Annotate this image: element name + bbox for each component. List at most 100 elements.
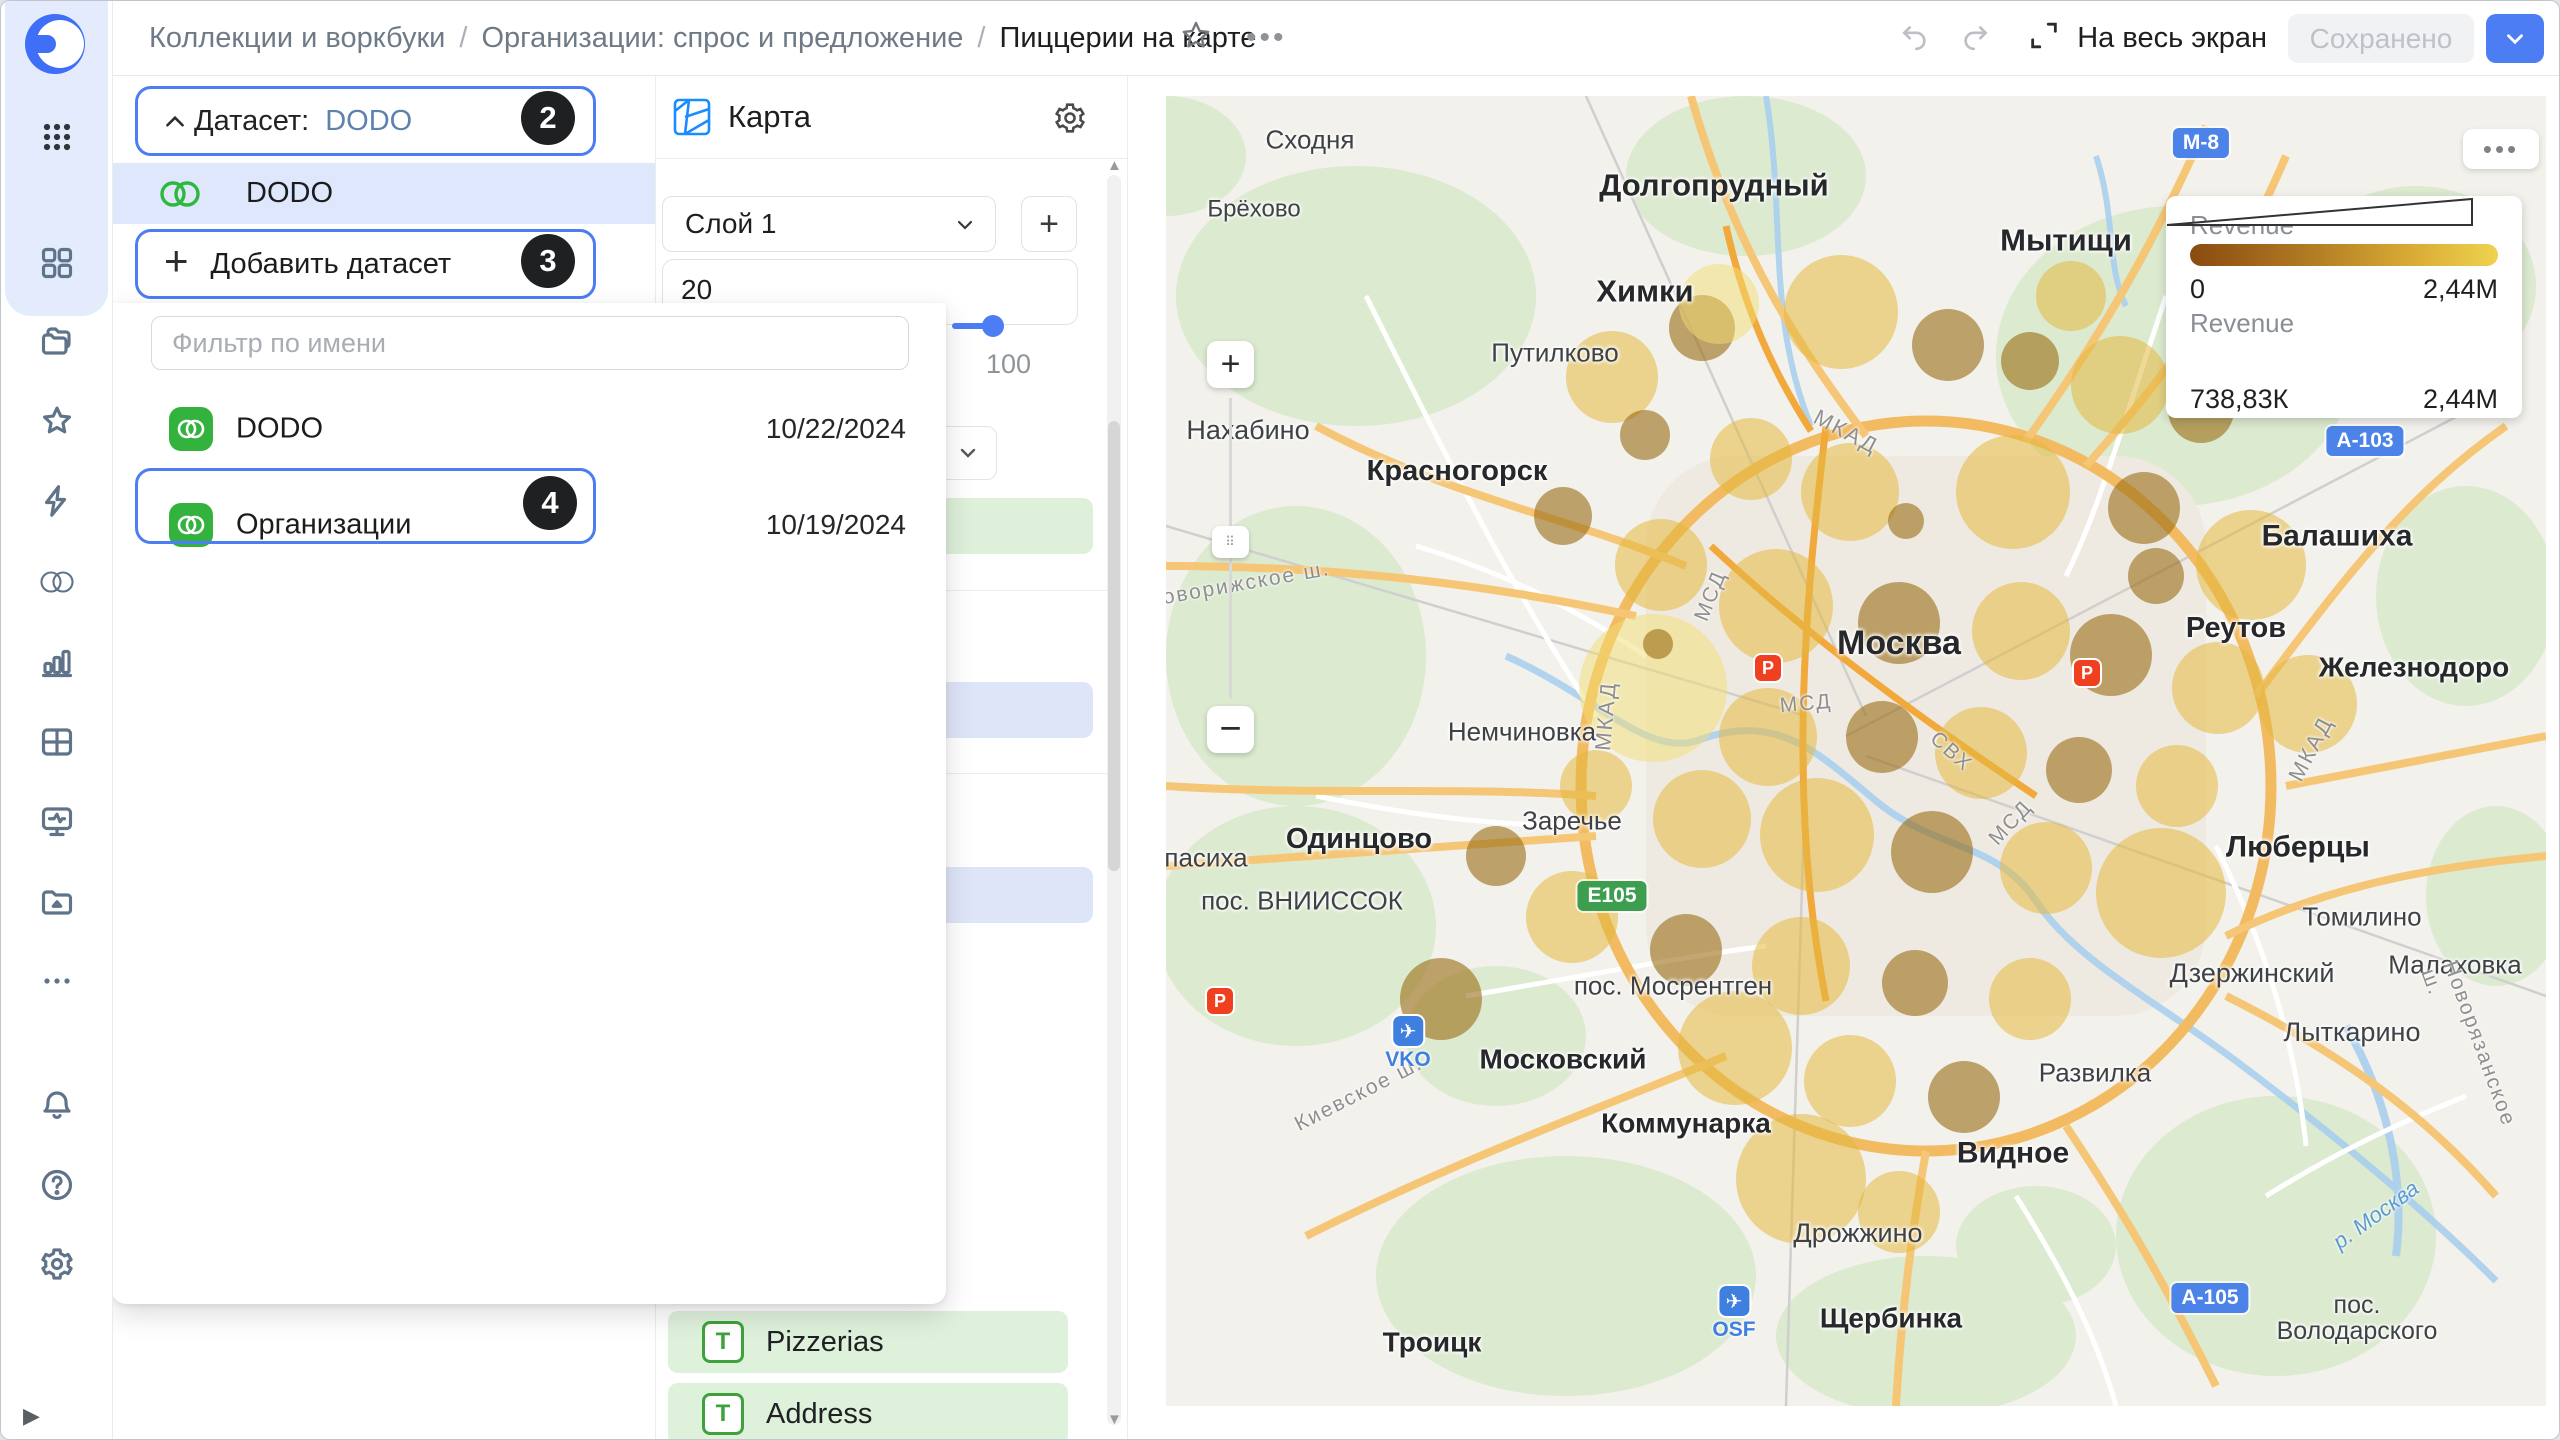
zoom-out-button[interactable]: − xyxy=(1207,706,1254,753)
monitoring-icon[interactable] xyxy=(37,801,77,841)
chevron-up-icon xyxy=(162,109,188,135)
annotation-badge-2: 2 xyxy=(521,91,575,145)
zoom-in-button[interactable]: + xyxy=(1207,341,1254,388)
breadcrumb[interactable]: Коллекции и воркбуки / Организации: спрос … xyxy=(149,1,1256,75)
annotation-badge-4: 4 xyxy=(523,476,577,530)
revenue-bubble[interactable] xyxy=(2071,336,2169,434)
storage-icon[interactable] xyxy=(37,881,77,921)
dataset-selector[interactable]: Датасет: DODO 2 xyxy=(135,86,596,156)
field-chip-address[interactable]: TAddress xyxy=(668,1383,1068,1440)
map-chart-icon xyxy=(672,97,712,137)
revenue-bubble[interactable] xyxy=(1615,519,1707,611)
revenue-bubble[interactable] xyxy=(1804,1035,1896,1127)
saved-button[interactable]: Сохранено xyxy=(2288,14,2474,63)
revenue-bubble[interactable] xyxy=(1760,778,1874,892)
breadcrumb-item[interactable]: Коллекции и воркбуки xyxy=(149,22,445,55)
breadcrumb-more-icon[interactable]: ••• xyxy=(1246,21,1287,55)
dataset-dropdown: DODO 10/22/2024 Организации 10/19/2024 4 xyxy=(112,303,946,1304)
revenue-bubble[interactable] xyxy=(1534,487,1592,545)
fullscreen-label[interactable]: На весь экран xyxy=(2077,1,2267,75)
settings-icon[interactable] xyxy=(37,1244,77,1284)
gear-icon[interactable] xyxy=(1053,101,1087,135)
dataset-filter-input[interactable] xyxy=(151,316,909,370)
collections-icon[interactable] xyxy=(37,321,77,361)
revenue-bubble[interactable] xyxy=(2108,472,2180,544)
revenue-bubble[interactable] xyxy=(1620,410,1670,460)
breadcrumb-item[interactable]: Пиццерии на карте xyxy=(999,22,1256,55)
field-drop-zone-green[interactable] xyxy=(932,498,1093,554)
apps-grid-icon[interactable] xyxy=(37,117,77,157)
revenue-bubble[interactable] xyxy=(1678,991,1792,1105)
map-area: СходняБрёховоДолгопрудныйМытищиХимкиПути… xyxy=(1127,75,2559,1439)
map-more-button[interactable]: ••• xyxy=(2463,129,2539,169)
revenue-bubble[interactable] xyxy=(1972,582,2070,680)
panel-scrollbar[interactable] xyxy=(1107,175,1121,1425)
scroll-up-icon[interactable]: ▲ xyxy=(1107,157,1121,174)
field-drop-zone-blue[interactable] xyxy=(932,682,1093,738)
help-icon[interactable] xyxy=(37,1165,77,1205)
revenue-bubble[interactable] xyxy=(1643,629,1673,659)
revenue-bubble[interactable] xyxy=(1956,435,2070,549)
dashboards-icon[interactable] xyxy=(37,722,77,762)
airport-marker-OSF: ✈OSF xyxy=(1712,1286,1755,1342)
save-menu-button[interactable] xyxy=(2486,14,2544,63)
charts-icon[interactable] xyxy=(37,642,77,682)
revenue-bubble[interactable] xyxy=(1846,701,1918,773)
zoom-slider-handle[interactable]: ⠿ xyxy=(1212,526,1249,558)
breadcrumb-item[interactable]: Организации: спрос и предложение xyxy=(481,22,963,55)
revenue-bubble[interactable] xyxy=(1928,1061,2000,1133)
map-canvas[interactable]: СходняБрёховоДолгопрудныйМытищиХимкиПути… xyxy=(1166,96,2546,1406)
map-city-label: пасиха xyxy=(1166,844,1248,871)
revenue-bubble[interactable] xyxy=(1989,958,2071,1040)
revenue-bubble[interactable] xyxy=(1801,443,1899,541)
layer-select[interactable]: Слой 1 xyxy=(662,196,996,252)
field-chip-pizzerias[interactable]: TPizzerias xyxy=(668,1311,1068,1373)
opacity-slider-knob[interactable] xyxy=(982,315,1004,337)
revenue-bubble[interactable] xyxy=(1719,549,1833,663)
legend-gradient-bar xyxy=(2190,244,2498,266)
revenue-bubble[interactable] xyxy=(1466,826,1526,886)
fullscreen-icon[interactable] xyxy=(2027,19,2061,58)
revenue-bubble[interactable] xyxy=(1710,418,1792,500)
revenue-bubble[interactable] xyxy=(2128,548,2184,604)
dataset-list-item-dodo[interactable]: DODO xyxy=(112,163,655,224)
map-city-label: Мытищи xyxy=(2000,225,2132,258)
scrollbar-thumb[interactable] xyxy=(1108,421,1120,871)
workbooks-icon[interactable] xyxy=(37,243,77,283)
undo-icon[interactable] xyxy=(1899,20,1931,57)
favorites-icon[interactable] xyxy=(37,401,77,441)
revenue-bubble[interactable] xyxy=(1912,309,1984,381)
dataset-option-DODO[interactable]: DODO 10/22/2024 xyxy=(112,398,946,459)
scroll-down-icon[interactable]: ▼ xyxy=(1107,1411,1121,1428)
revenue-bubble[interactable] xyxy=(1888,503,1924,539)
revenue-bubble[interactable] xyxy=(2036,261,2106,331)
layer-select-value: Слой 1 xyxy=(685,208,776,240)
revenue-bubble[interactable] xyxy=(2136,745,2218,827)
expand-rail-icon[interactable]: ▶ xyxy=(23,1403,40,1429)
map-city-label: Москва xyxy=(1837,626,1961,662)
datasets-icon[interactable] xyxy=(37,562,77,602)
add-layer-button[interactable]: + xyxy=(1021,196,1077,252)
revenue-bubble[interactable] xyxy=(2096,828,2226,958)
more-icon[interactable] xyxy=(37,961,77,1001)
revenue-bubble[interactable] xyxy=(2172,642,2264,734)
revenue-bubble[interactable] xyxy=(1653,770,1751,868)
map-city-label: Долгопрудный xyxy=(1599,170,1828,203)
add-dataset-button[interactable]: + Добавить датасет 3 xyxy=(135,229,596,299)
revenue-bubble[interactable] xyxy=(1882,950,1948,1016)
notifications-icon[interactable] xyxy=(37,1085,77,1125)
revenue-bubble[interactable] xyxy=(2001,332,2059,390)
redo-icon[interactable] xyxy=(1959,20,1991,57)
revenue-bubble[interactable] xyxy=(2046,737,2112,803)
airport-code: VKO xyxy=(1385,1048,1431,1072)
field-drop-zone-blue[interactable] xyxy=(932,867,1093,923)
favorite-star-icon[interactable] xyxy=(1179,19,1213,58)
map-city-label: Нахабино xyxy=(1186,416,1309,444)
section-divider xyxy=(932,773,1107,774)
dataset-selector-label: Датасет: xyxy=(194,105,309,138)
datalens-logo[interactable] xyxy=(24,13,86,75)
quick-actions-icon[interactable] xyxy=(37,481,77,521)
revenue-bubble[interactable] xyxy=(1784,255,1898,369)
breadcrumb-separator: / xyxy=(459,22,467,55)
revenue-bubble[interactable] xyxy=(1891,811,1973,893)
